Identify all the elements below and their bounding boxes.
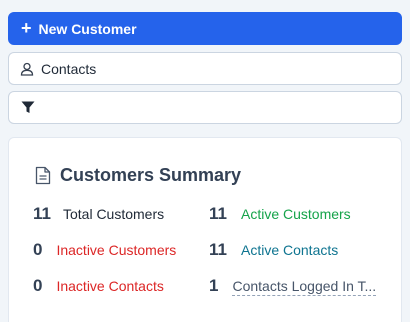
stat-label: Active Customers (240, 206, 351, 222)
stat-value: 11 (209, 204, 227, 223)
stat-label: Active Contacts (240, 242, 339, 258)
summary-header: Customers Summary (35, 165, 241, 186)
stat-value: 11 (209, 240, 227, 259)
filter-button[interactable] (8, 91, 402, 124)
stat-contacts-logged-in[interactable]: 1 Contacts Logged In T... (209, 276, 377, 296)
stat-label: Total Customers (62, 206, 165, 222)
document-icon (35, 166, 51, 185)
stat-inactive-contacts[interactable]: 0 Inactive Contacts (33, 276, 164, 296)
summary-title: Customers Summary (60, 165, 242, 185)
stat-active-customers[interactable]: 11 Active Customers (209, 204, 351, 224)
stat-total-customers: 11 Total Customers (33, 204, 164, 224)
stat-value: 1 (209, 276, 219, 295)
stat-value: 11 (33, 204, 51, 223)
plus-icon: + (21, 17, 32, 38)
stat-inactive-customers[interactable]: 0 Inactive Customers (33, 240, 176, 260)
stat-value: 0 (33, 276, 43, 295)
stat-label: Inactive Customers (56, 242, 177, 258)
user-icon (20, 62, 34, 76)
new-customer-label: New Customer (38, 20, 137, 37)
stat-label: Inactive Contacts (56, 278, 164, 294)
new-customer-button[interactable]: + New Customer (8, 12, 402, 45)
filter-icon (21, 101, 35, 113)
stat-value: 0 (33, 240, 43, 259)
contacts-button[interactable]: Contacts (8, 52, 402, 85)
customers-summary-card: Customers Summary 11 Total Customers 0 I… (8, 137, 402, 322)
stat-active-contacts[interactable]: 11 Active Contacts (209, 240, 338, 260)
contacts-label: Contacts (41, 60, 97, 77)
stat-label: Contacts Logged In T... (232, 278, 377, 296)
